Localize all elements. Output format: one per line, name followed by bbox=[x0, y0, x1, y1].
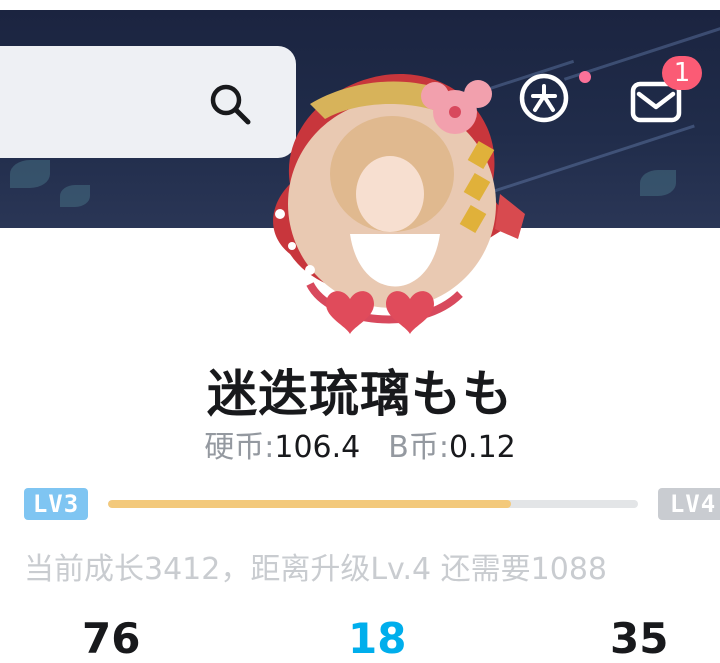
bcoins-value: 0.12 bbox=[448, 430, 516, 465]
mail-unread-badge: 1 bbox=[662, 56, 702, 90]
stat-dynamics-count[interactable]: 76 bbox=[82, 614, 140, 663]
notification-dot bbox=[579, 71, 591, 83]
current-level-badge: LV3 bbox=[24, 488, 88, 520]
bcoins-label: B币: bbox=[388, 430, 449, 465]
coins-value: 106.4 bbox=[274, 430, 361, 465]
coin-balances: 硬币:106.4 B币:0.12 bbox=[0, 422, 720, 466]
growth-hint: 当前成长3412，距离升级Lv.4 还需要1088 bbox=[24, 552, 607, 587]
next-level-badge: LV4 bbox=[658, 488, 720, 520]
stat-following-count[interactable]: 18 bbox=[348, 614, 406, 663]
avatar[interactable] bbox=[250, 64, 530, 334]
username[interactable]: 迷迭琉璃もも bbox=[0, 354, 720, 426]
stat-followers-count[interactable]: 35 bbox=[610, 614, 668, 663]
coins-label: 硬币: bbox=[204, 430, 275, 465]
search-icon[interactable] bbox=[206, 80, 254, 128]
level-progress-bar bbox=[108, 500, 638, 508]
level-progress-fill bbox=[108, 500, 511, 508]
